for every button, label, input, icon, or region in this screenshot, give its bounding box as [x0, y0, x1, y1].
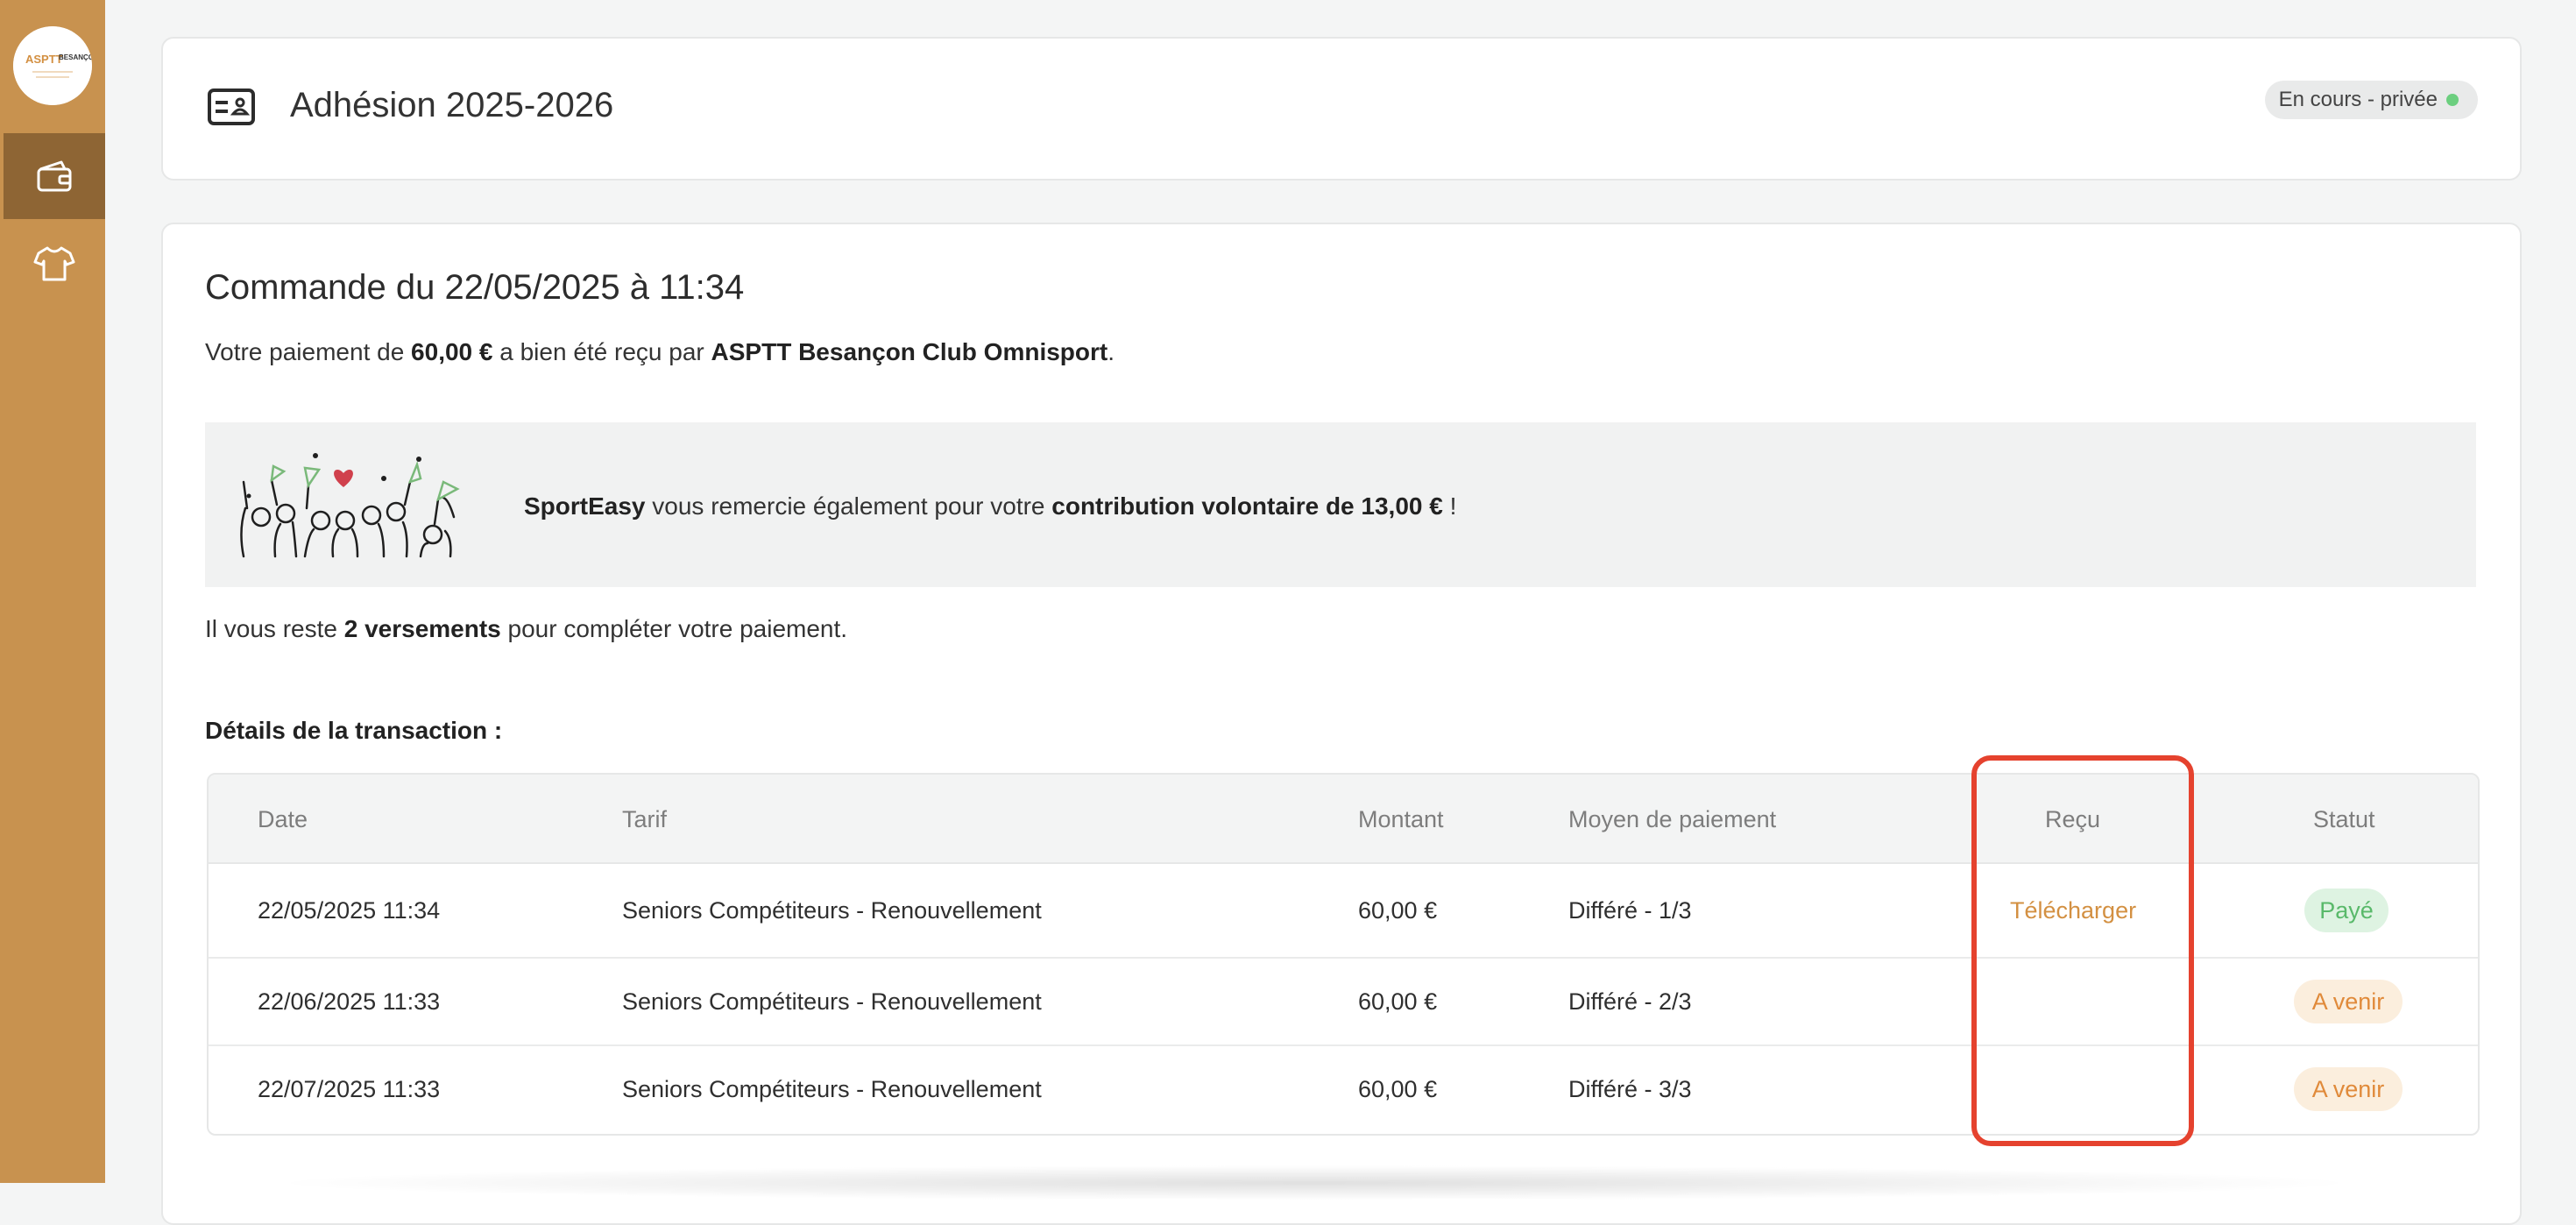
cell-date: 22/06/2025 11:33 — [258, 988, 441, 1015]
page-title: Adhésion 2025-2026 — [290, 86, 614, 124]
svg-text:BESANÇO: BESANÇO — [59, 53, 92, 61]
cell-montant: 60,00 € — [1358, 897, 1438, 924]
wallet-icon — [37, 160, 72, 192]
payment-prefix: Votre paiement de — [205, 338, 412, 365]
table-row: 22/06/2025 11:33 Seniors Compétiteurs - … — [209, 959, 2478, 1046]
table-header: Date Tarif Montant Moyen de paiement Reç… — [209, 775, 2478, 864]
cell-tarif: Seniors Compétiteurs - Renouvellement — [622, 988, 1042, 1015]
download-receipt-link[interactable]: Télécharger — [2010, 897, 2136, 924]
status-badge-label: En cours - privée — [2278, 88, 2438, 111]
cell-payment-method: Différé - 1/3 — [1568, 897, 1692, 924]
column-header-date: Date — [258, 806, 308, 832]
column-header-status: Statut — [2313, 806, 2375, 832]
status-badge: En cours - privée — [2264, 81, 2478, 119]
club-name: ASPTT Besançon Club Omnisport — [711, 338, 1108, 365]
remaining-prefix: Il vous reste — [205, 615, 344, 642]
column-header-payment-method: Moyen de paiement — [1568, 806, 1777, 832]
sidebar-item-equipment[interactable] — [4, 221, 105, 307]
remaining-payments: Il vous reste 2 versements pour compléte… — [205, 615, 847, 643]
cell-payment-method: Différé - 2/3 — [1568, 988, 1692, 1015]
cell-tarif: Seniors Compétiteurs - Renouvellement — [622, 1076, 1042, 1102]
id-card-icon — [207, 88, 256, 131]
contribution-amount: contribution volontaire de 13,00 € — [1051, 492, 1443, 520]
payment-confirmation: Votre paiement de 60,00 € a bien été reç… — [205, 338, 1115, 366]
status-badge-upcoming: A venir — [2294, 1067, 2403, 1111]
remaining-suffix: pour compléter votre paiement. — [500, 615, 848, 642]
order-title: Commande du 22/05/2025 à 11:34 — [205, 268, 745, 307]
thanks-suffix: ! — [1442, 492, 1457, 520]
cell-montant: 60,00 € — [1358, 988, 1438, 1015]
tshirt-icon — [33, 246, 75, 281]
table-row: 22/05/2025 11:34 Seniors Compétiteurs - … — [209, 864, 2478, 959]
club-logo-image: ASPTT BESANÇO — [13, 26, 92, 105]
column-header-montant: Montant — [1358, 806, 1444, 832]
sidebar-item-wallet[interactable] — [4, 133, 105, 219]
scroll-shadow — [263, 1165, 2366, 1200]
payment-middle: a bien été reçu par — [492, 338, 711, 365]
cell-date: 22/07/2025 11:33 — [258, 1076, 441, 1102]
status-dot-icon — [2446, 94, 2459, 106]
transaction-details-label: Détails de la transaction : — [205, 717, 503, 744]
club-logo[interactable]: ASPTT BESANÇO — [13, 26, 92, 105]
column-header-tarif: Tarif — [622, 806, 668, 832]
cell-montant: 60,00 € — [1358, 1076, 1438, 1102]
status-badge-paid: Payé — [2304, 889, 2388, 932]
payment-amount: 60,00 € — [411, 338, 493, 365]
column-header-receipt: Reçu — [2045, 806, 2101, 832]
transactions-table: Date Tarif Montant Moyen de paiement Reç… — [207, 773, 2480, 1136]
thanks-middle: vous remercie également pour votre — [645, 492, 1052, 520]
thanks-banner: SportEasy vous remercie également pour v… — [205, 422, 2476, 587]
celebration-illustration-icon — [235, 447, 471, 570]
payment-suffix: . — [1108, 338, 1115, 365]
remaining-count: 2 versements — [343, 615, 501, 642]
status-badge-upcoming: A venir — [2294, 980, 2403, 1023]
order-card: Commande du 22/05/2025 à 11:34 Votre pai… — [161, 223, 2522, 1225]
table-row: 22/07/2025 11:33 Seniors Compétiteurs - … — [209, 1046, 2478, 1134]
brand-name: SportEasy — [524, 492, 646, 520]
cell-payment-method: Différé - 3/3 — [1568, 1076, 1692, 1102]
thanks-message: SportEasy vous remercie également pour v… — [524, 492, 1456, 520]
cell-date: 22/05/2025 11:34 — [258, 897, 441, 924]
membership-header-card: Adhésion 2025-2026 En cours - privée — [161, 37, 2522, 181]
svg-text:ASPTT: ASPTT — [25, 53, 63, 66]
cell-tarif: Seniors Compétiteurs - Renouvellement — [622, 897, 1042, 924]
sidebar: ASPTT BESANÇO — [0, 0, 105, 1183]
